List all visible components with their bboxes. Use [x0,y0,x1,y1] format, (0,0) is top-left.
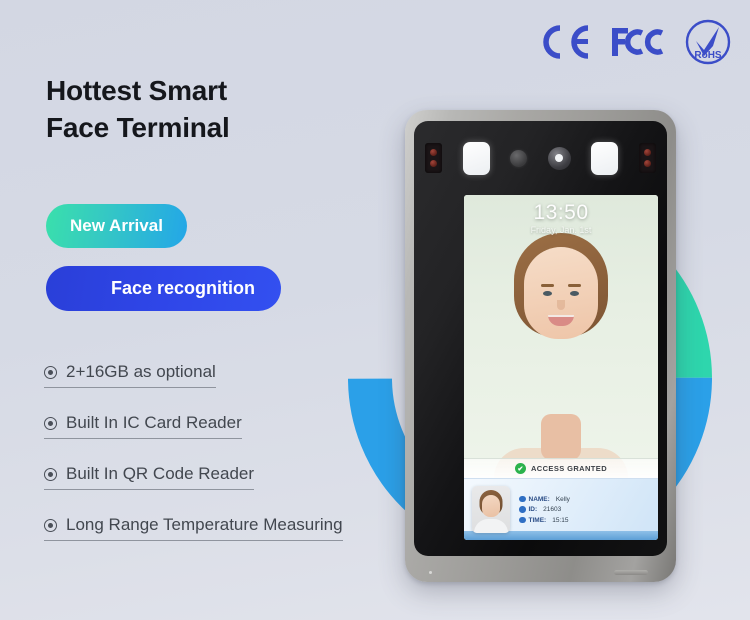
headline-line-1: Hottest Smart [46,75,227,106]
id-card-icon [519,506,526,513]
record-name-value: Kelly [555,495,570,503]
feature-label: Built In IC Card Reader [66,413,242,432]
ir-emitter-right-icon [638,143,656,173]
record-name-key: NAME: [528,495,550,503]
feature-item: Built In QR Code Reader [44,464,255,490]
record-panel: NAME: Kelly ID: 21603 TIME: 15:15 [464,478,658,540]
access-status-text: ACCESS GRANTED [530,464,608,473]
feature-item: 2+16GB as optional [44,362,216,388]
check-circle-icon: ✔ [514,463,526,474]
sensor-bar [414,121,667,195]
clock-time: 13:50 [533,201,589,224]
access-status-banner: ✔ ACCESS GRANTED [464,458,658,478]
camera-lens-icon [547,146,571,170]
circle-dot-icon [44,518,57,532]
fcc-icon [612,28,664,56]
record-time-value: 15:15 [552,516,569,524]
circle-dot-icon [44,467,57,481]
screen-camera-preview: 13:50 Friday, Jan. 1st ✔ ACCESS GRANTED [464,195,658,478]
record-id-value: 21603 [543,506,562,513]
speaker-grille-icon [614,570,648,575]
record-row-time: TIME: 15:15 [519,517,570,524]
device-screen[interactable]: 13:50 Friday, Jan. 1st ✔ ACCESS GRANTED … [464,195,658,540]
clock-date: Friday, Jan. 1st [530,225,592,236]
page-title: Hottest Smart Face Terminal [46,72,230,146]
feature-label: Long Range Temperature Measuring [66,515,343,534]
feature-item: Long Range Temperature Measuring [44,515,343,541]
circle-dot-icon [44,365,57,379]
screen-clock: 13:50 Friday, Jan. 1st [464,201,658,236]
record-details: NAME: Kelly ID: 21603 TIME: 15:15 [519,496,570,524]
circle-dot-icon [44,416,57,430]
device-front-glass: 13:50 Friday, Jan. 1st ✔ ACCESS GRANTED … [414,121,667,556]
certification-badges: RoHS [536,18,732,66]
clock-icon [519,516,526,524]
ir-emitter-left-icon [425,143,442,173]
live-face-portrait [464,229,658,478]
badge-new-arrival: New Arrival [46,204,187,248]
record-id-key: ID: [528,506,538,513]
rohs-icon: RoHS [685,19,731,65]
headline-line-2: Face Terminal [46,112,230,144]
person-icon [519,495,526,503]
fill-light-left-icon [462,141,490,175]
record-row-name: NAME: Kelly [519,496,570,503]
fill-light-right-icon [591,141,619,175]
feature-item: Built In IC Card Reader [44,413,242,439]
record-time-key: TIME: [528,516,547,524]
svg-text:RoHS: RoHS [694,50,722,61]
feature-label: 2+16GB as optional [66,362,216,381]
ambient-sensor-icon [510,149,528,167]
record-row-id: ID: 21603 [519,506,570,513]
status-led-icon [429,571,432,574]
record-avatar [472,486,510,533]
face-terminal-device: 13:50 Friday, Jan. 1st ✔ ACCESS GRANTED … [405,110,676,582]
ce-icon [543,25,589,59]
feature-label: Built In QR Code Reader [66,464,255,483]
feature-list: 2+16GB as optional Built In IC Card Read… [44,362,424,541]
badge-face-recognition: Face recognition [46,266,281,311]
